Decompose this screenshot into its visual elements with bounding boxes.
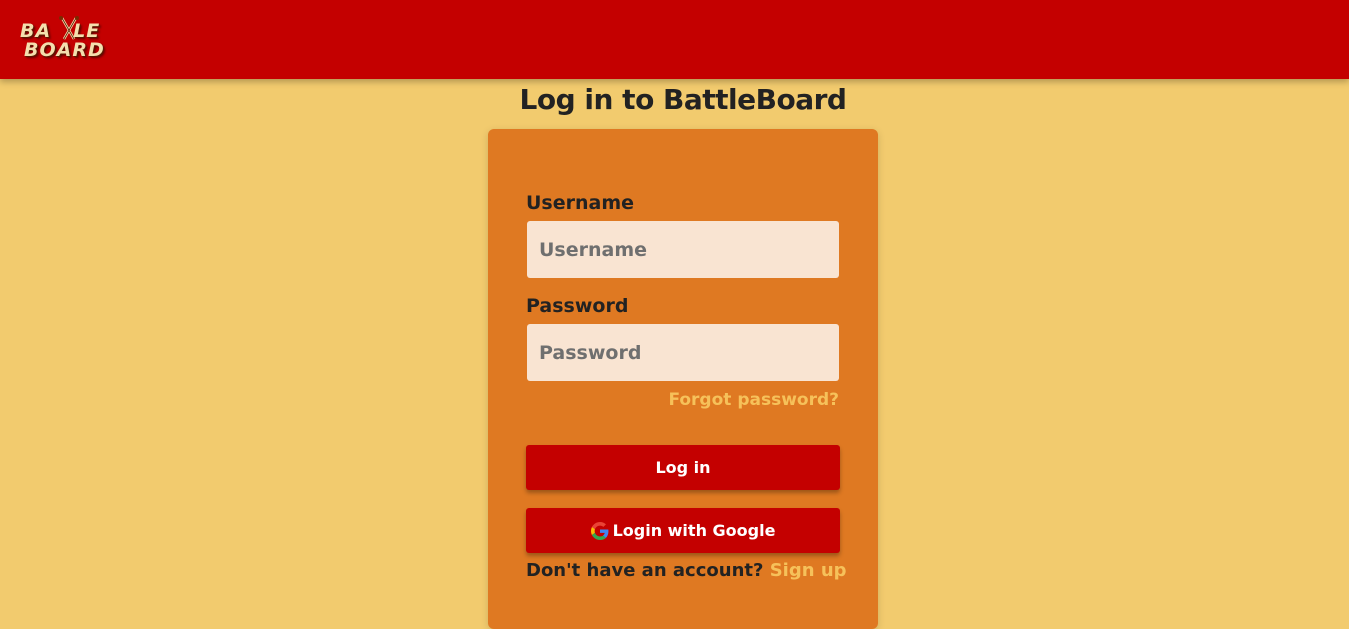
google-login-button[interactable]: Login with Google — [526, 508, 840, 553]
signup-prompt: Don't have an account? — [526, 560, 764, 581]
navbar: BA LE BOARD — [0, 0, 1349, 79]
login-button[interactable]: Log in — [526, 445, 840, 490]
login-card: Username Password Forgot password? Log i… — [488, 129, 878, 629]
forgot-password-link[interactable]: Forgot password? — [668, 388, 839, 412]
signup-link[interactable]: Sign up — [770, 560, 847, 581]
google-icon — [590, 521, 608, 540]
logo-line-2: BOARD — [24, 39, 105, 61]
battleboard-logo[interactable]: BA LE BOARD — [20, 16, 120, 62]
password-input[interactable] — [527, 324, 839, 381]
crossed-swords-icon — [59, 16, 79, 40]
login-button-label: Log in — [655, 458, 711, 477]
google-login-label: Login with Google — [612, 521, 776, 540]
username-input[interactable] — [527, 221, 839, 278]
username-label: Username — [526, 192, 635, 214]
signup-row: Don't have an account? Sign up — [526, 558, 847, 584]
password-label: Password — [526, 295, 629, 317]
page-title: Log in to BattleBoard — [519, 83, 847, 116]
